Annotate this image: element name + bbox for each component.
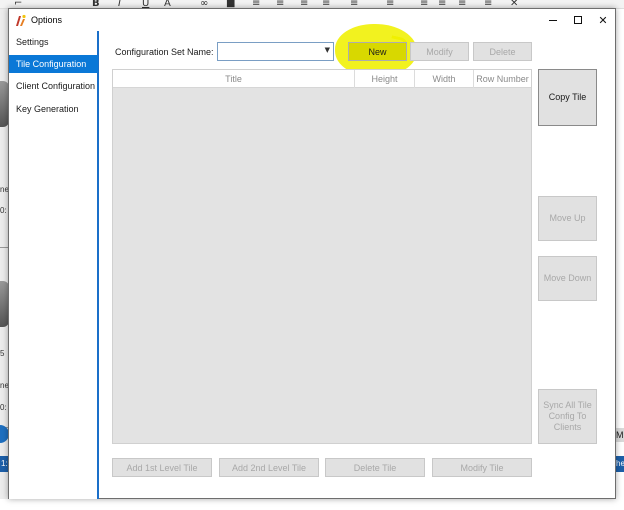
- sync-config-button[interactable]: Sync All Tile Config To Clients: [538, 389, 597, 444]
- window-title: Options: [31, 15, 63, 25]
- column-header-title[interactable]: Title: [113, 70, 355, 88]
- close-button[interactable]: ✕: [591, 12, 615, 28]
- move-down-button[interactable]: Move Down: [538, 256, 597, 301]
- column-header-width[interactable]: Width: [415, 70, 474, 88]
- delete-tile-button[interactable]: Delete Tile: [325, 458, 425, 477]
- bg-right-status: he: [616, 456, 624, 472]
- maximize-icon: [574, 16, 582, 24]
- configuration-set-select[interactable]: ▼: [217, 42, 334, 61]
- tile-grid[interactable]: Title Height Width Row Number: [112, 69, 532, 444]
- minimize-icon: [549, 19, 557, 21]
- title-bar[interactable]: Options ✕: [9, 9, 615, 31]
- sidebar-item-tile-configuration[interactable]: Tile Configuration: [9, 55, 98, 73]
- maximize-button[interactable]: [566, 12, 590, 28]
- bg-text-fragment: 0:: [0, 206, 7, 215]
- app-icon: [16, 14, 26, 26]
- modify-tile-button[interactable]: Modify Tile: [432, 458, 532, 477]
- configuration-set-name-label: Configuration Set Name:: [115, 47, 214, 57]
- bg-text-fragment: 0:: [0, 403, 7, 412]
- sidebar-item-key-generation[interactable]: Key Generation: [9, 100, 98, 118]
- column-header-height[interactable]: Height: [355, 70, 415, 88]
- copy-tile-button[interactable]: Copy Tile: [538, 69, 597, 126]
- minimize-button[interactable]: [541, 12, 565, 28]
- sidebar-item-client-configuration[interactable]: Client Configuration: [9, 77, 98, 95]
- options-sidebar: Settings Tile Configuration Client Confi…: [9, 31, 99, 499]
- background-bottom: [0, 499, 624, 510]
- modify-button[interactable]: Modify: [410, 42, 469, 61]
- column-header-row-number[interactable]: Row Number: [474, 70, 531, 88]
- sidebar-item-settings[interactable]: Settings: [9, 33, 98, 51]
- options-window: Options ✕ Settings Tile Configuration Cl…: [8, 8, 616, 499]
- bg-text-fragment: 5: [0, 349, 5, 358]
- add-1st-level-tile-button[interactable]: Add 1st Level Tile: [112, 458, 212, 477]
- grid-header: Title Height Width Row Number: [113, 70, 531, 88]
- move-up-button[interactable]: Move Up: [538, 196, 597, 241]
- bg-right-fragment: M: [616, 428, 624, 442]
- add-2nd-level-tile-button[interactable]: Add 2nd Level Tile: [219, 458, 319, 477]
- chevron-down-icon: ▼: [324, 46, 330, 54]
- delete-button[interactable]: Delete: [473, 42, 532, 61]
- new-button[interactable]: New: [348, 42, 407, 61]
- close-icon: ✕: [598, 13, 608, 27]
